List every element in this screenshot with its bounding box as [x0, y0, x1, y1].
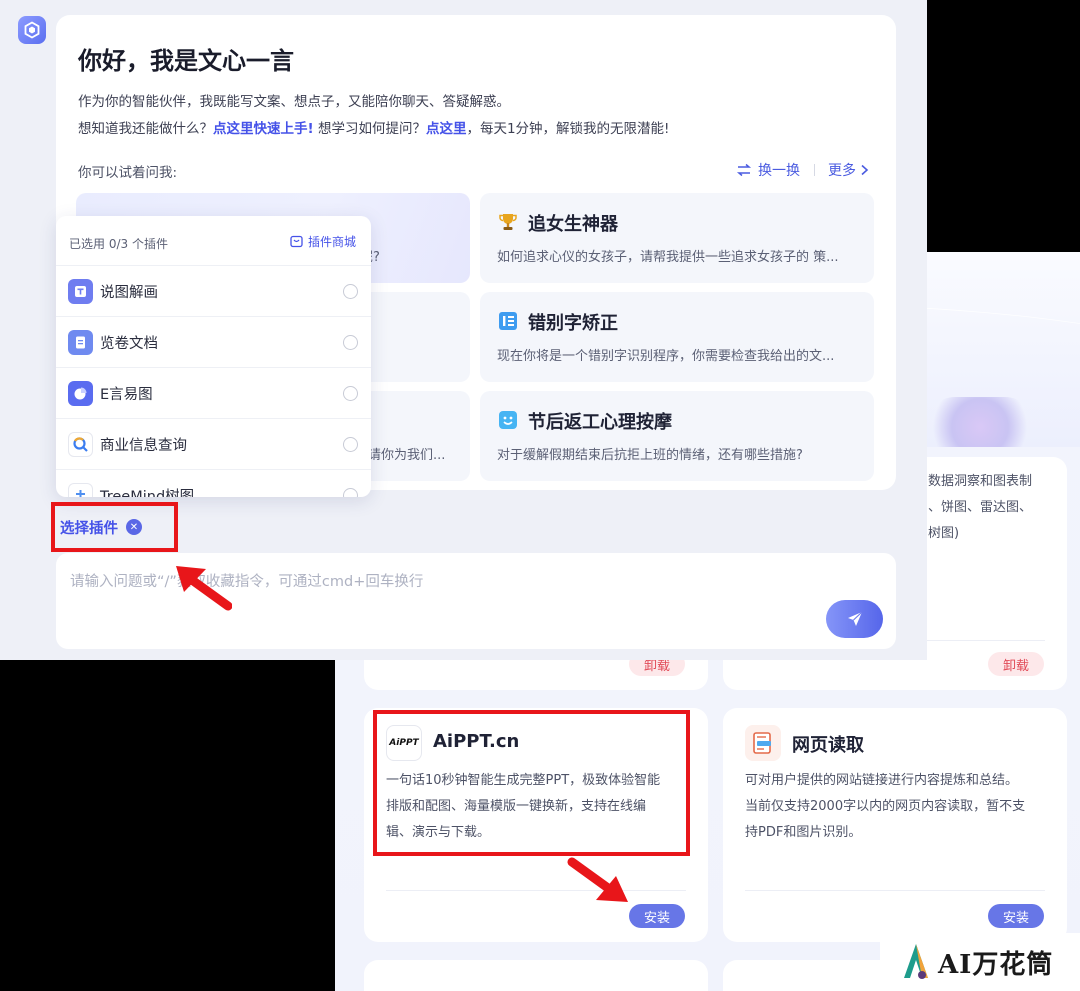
annotation-box-aippt [373, 710, 690, 856]
divider [814, 164, 815, 176]
plugin-item[interactable]: 览卷文档 [56, 316, 371, 367]
plugin-label: 商业信息查询 [100, 438, 187, 454]
plugin-radio[interactable] [343, 437, 358, 452]
welcome-help-line: 想知道我还能做什么？点这里快速上手! 想学习如何提问？点这里，每天1分钟，解锁我… [78, 121, 670, 137]
prompt-description: 现在你将是一个错别字识别程序，你需要检查我给出的文... [497, 349, 835, 364]
store-icon [290, 235, 303, 248]
prompt-title: 错别字矫正 [528, 313, 618, 334]
learn-prompt-link[interactable]: 点这里 [426, 121, 467, 137]
web-reader-icon [745, 725, 781, 761]
plugin-radio[interactable] [343, 488, 358, 497]
plugin-radio[interactable] [343, 284, 358, 299]
plugin-label: TreeMind树图 [100, 489, 195, 497]
annotation-box-chip [51, 502, 178, 552]
prompt-card[interactable]: 节后返工心理按摩 对于缓解假期结束后抗拒上班的情绪，还有哪些措施? [480, 391, 874, 481]
store-card-web-reader: 网页读取 可对用户提供的网站链接进行内容提炼和总结。 当前仅支持2000字以内的… [723, 708, 1067, 942]
prompt-title: 追女生神器 [528, 214, 618, 235]
plugin-item[interactable]: 商业信息查询 [56, 418, 371, 469]
chat-input-placeholder: 请输入问题或“/”获取收藏指令，可通过cmd+回车换行 [70, 574, 424, 590]
smile-icon [499, 411, 517, 429]
watermark: AI万花筒 [880, 933, 1080, 991]
welcome-intro: 作为你的智能伙伴，我既能写文案、想点子，又能陪你聊天、答疑解惑。 [78, 94, 510, 110]
prompt-title: 节后返工心理按摩 [528, 412, 672, 433]
plugin-label: 说图解画 [100, 285, 158, 301]
business-search-icon [68, 432, 93, 457]
tree-icon [68, 483, 93, 497]
send-icon [847, 611, 862, 626]
app-logo-icon[interactable] [18, 16, 46, 44]
uninstall-button[interactable]: 卸载 [988, 652, 1044, 676]
chevron-right-icon [861, 164, 869, 176]
try-asking-label: 你可以试着问我: [78, 165, 178, 181]
plugin-item[interactable]: TreeMind树图 [56, 469, 371, 497]
quick-start-link[interactable]: 点这里快速上手! [213, 121, 314, 137]
plugin-label: E言易图 [100, 387, 153, 403]
plugin-dropdown: 已选用 0/3 个插件 插件商城 说图解画 览卷文档 E言易图 商业信息查询 T… [56, 216, 371, 497]
plugin-item[interactable]: 说图解画 [56, 265, 371, 316]
prompt-card[interactable]: 错别字矫正 现在你将是一个错别字识别程序，你需要检查我给出的文... [480, 292, 874, 382]
plugin-radio[interactable] [343, 386, 358, 401]
store-card-next-left [364, 960, 708, 991]
annotation-arrow-icon [176, 566, 232, 611]
plugin-mall-link[interactable]: 插件商城 [290, 233, 356, 250]
more-prompts-button[interactable]: 更多 [828, 160, 869, 180]
text-icon [499, 312, 517, 330]
prompt-description: 如何追求心仪的女孩子，请帮我提供一些追求女孩子的 策... [497, 250, 839, 265]
swap-icon [736, 163, 752, 177]
annotation-arrow-icon [567, 857, 628, 902]
refresh-prompts-button[interactable]: 换一换 [736, 160, 800, 180]
prompt-card[interactable]: 追女生神器 如何追求心仪的女孩子，请帮我提供一些追求女孩子的 策... [480, 193, 874, 283]
install-button[interactable]: 安装 [629, 904, 685, 928]
prompt-description: 对于缓解假期结束后抗拒上班的情绪，还有哪些措施? [497, 448, 803, 463]
card-title: 网页读取 [792, 735, 864, 756]
chat-window: 你好，我是文心一言 作为你的智能伙伴，我既能写文案、想点子，又能陪你聊天、答疑解… [0, 0, 927, 660]
image-describe-icon [68, 279, 93, 304]
plugin-label: 览卷文档 [100, 336, 158, 352]
install-button[interactable]: 安装 [988, 904, 1044, 928]
send-button[interactable] [826, 600, 883, 638]
document-icon [68, 330, 93, 355]
watermark-logo-icon [904, 944, 928, 979]
trophy-icon [499, 214, 517, 230]
pie-chart-icon [68, 381, 93, 406]
card-description: 可对用户提供的网站链接进行内容提炼和总结。 当前仅支持2000字以内的网页内容读… [745, 773, 1026, 840]
plugin-selected-count: 已选用 0/3 个插件 [69, 237, 168, 251]
card-description: 数据洞察和图表制 、饼图、雷达图、 树图) [928, 474, 1033, 541]
plugin-item[interactable]: E言易图 [56, 367, 371, 418]
plugin-radio[interactable] [343, 335, 358, 350]
welcome-title: 你好，我是文心一言 [78, 47, 294, 75]
